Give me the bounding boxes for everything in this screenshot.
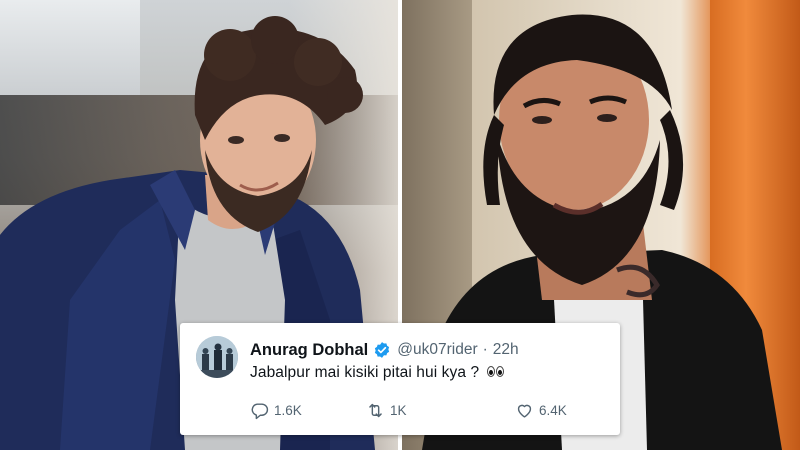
tweet-actions: 1.6K 1K 6.4K: [250, 398, 590, 422]
reply-count: 1.6K: [274, 402, 302, 418]
author-handle[interactable]: @uk07rider: [397, 341, 477, 359]
tweet-card[interactable]: Anurag Dobhal @uk07rider · 22h Jabalpur …: [180, 323, 620, 435]
tweet-timestamp[interactable]: 22h: [493, 341, 519, 359]
tweet-header: Anurag Dobhal @uk07rider · 22h: [250, 339, 519, 361]
retweet-button[interactable]: 1K: [366, 398, 407, 422]
header-separator: ·: [482, 341, 488, 358]
eyes-emoji-icon: [486, 364, 505, 382]
author-avatar[interactable]: [196, 336, 238, 378]
retweet-count: 1K: [390, 402, 407, 418]
author-name[interactable]: Anurag Dobhal: [250, 341, 368, 360]
avatar-image-icon: [196, 336, 238, 378]
like-button[interactable]: 6.4K: [515, 398, 567, 422]
speech-bubble-icon: [251, 402, 269, 419]
composite-image: Anurag Dobhal @uk07rider · 22h Jabalpur …: [0, 0, 800, 450]
reply-button[interactable]: 1.6K: [250, 398, 302, 422]
heart-icon: [517, 404, 532, 418]
tweet-body: Jabalpur mai kisiki pitai hui kya ?: [250, 364, 505, 382]
like-count: 6.4K: [539, 402, 567, 418]
verified-badge-icon: [375, 342, 390, 358]
tweet-text: Jabalpur mai kisiki pitai hui kya ?: [250, 364, 480, 382]
retweet-arrows-icon: [369, 403, 382, 417]
